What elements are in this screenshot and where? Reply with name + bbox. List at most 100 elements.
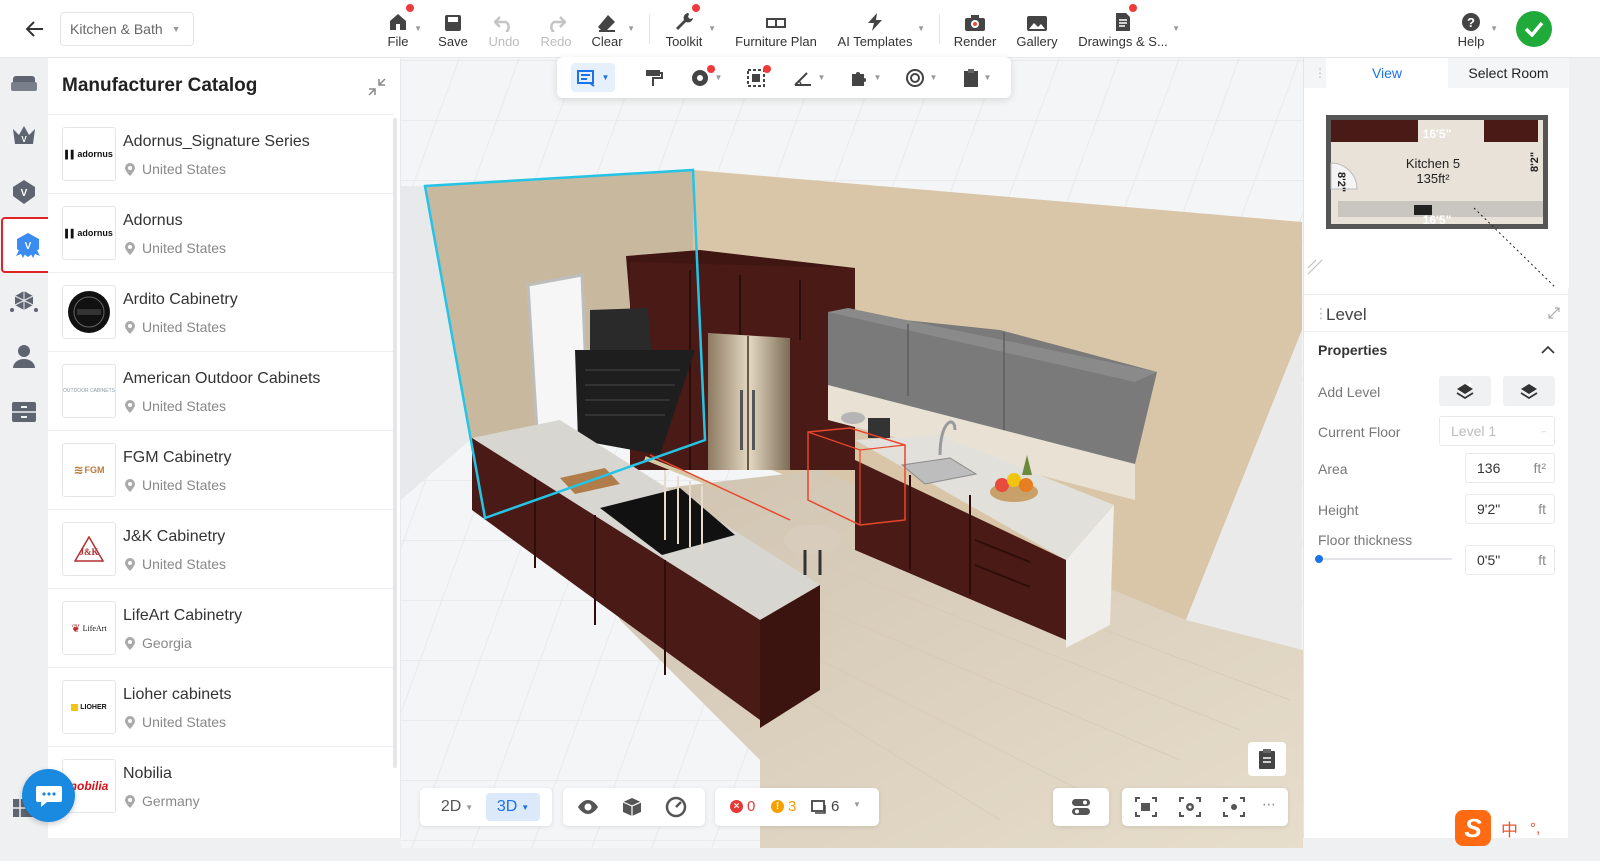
save-icon bbox=[445, 15, 461, 31]
render-button[interactable]: Render bbox=[954, 6, 996, 52]
slider-knob[interactable] bbox=[1315, 555, 1323, 563]
clear-button[interactable]: Clear ▼ bbox=[591, 6, 635, 52]
file-button[interactable]: File ▼ bbox=[386, 4, 422, 52]
furniture-icon bbox=[766, 18, 786, 28]
rail-item-account[interactable] bbox=[4, 334, 44, 378]
list-item-manufacturer[interactable]: nobilia Nobilia Germany bbox=[48, 746, 394, 825]
list-item-manufacturer[interactable]: ▌▌ adornus Adornus United States bbox=[48, 193, 394, 272]
view-3d-button[interactable]: 3D ▼ bbox=[486, 793, 540, 821]
3d-viewport[interactable] bbox=[401, 58, 1303, 848]
list-item-manufacturer[interactable]: ▌▌ adornus Adornus_Signature Series Unite… bbox=[48, 114, 394, 193]
rail-item-manufacturer-catalog[interactable]: V bbox=[1, 217, 55, 273]
manufacturer-name: J&K Cabinetry bbox=[123, 528, 226, 545]
back-button[interactable] bbox=[14, 12, 56, 46]
plugins-button[interactable]: ▼ bbox=[845, 63, 885, 92]
errors-count[interactable]: × 0 bbox=[730, 798, 755, 815]
performance-button[interactable] bbox=[665, 796, 687, 823]
eraser-icon bbox=[598, 15, 615, 32]
chevron-up-icon[interactable] bbox=[1540, 342, 1556, 358]
catalog-title: Manufacturer Catalog bbox=[62, 75, 258, 96]
help-icon: ? bbox=[1462, 13, 1480, 31]
ime-indicator[interactable]: S 中 °, bbox=[1455, 808, 1565, 848]
rail-item-3d-models[interactable] bbox=[4, 280, 44, 324]
select-box-button[interactable] bbox=[743, 63, 771, 92]
catalog-scrollbar[interactable] bbox=[393, 118, 397, 768]
bar-stool[interactable] bbox=[784, 525, 840, 555]
kitchen-3d-scene[interactable] bbox=[401, 58, 1303, 848]
target-button[interactable]: ▼ bbox=[901, 63, 941, 92]
more-options-button[interactable]: ⋯ bbox=[1262, 796, 1276, 813]
issue-summary[interactable]: × 0 ! 3 6 ▼ bbox=[715, 788, 879, 826]
camera-view-button[interactable] bbox=[1134, 796, 1158, 823]
list-item-manufacturer[interactable]: ❦ LifeArt LifeArt Cabinetry Georgia bbox=[48, 588, 394, 667]
error-icon: × bbox=[730, 800, 743, 813]
camera-settings-button[interactable] bbox=[1178, 796, 1202, 823]
toolkit-button[interactable]: Toolkit ▼ bbox=[664, 4, 716, 52]
drawings-button[interactable]: Drawings & S... ▼ bbox=[1078, 4, 1180, 52]
gallery-button[interactable]: Gallery bbox=[1016, 6, 1058, 52]
help-button[interactable]: ? Help ▼ bbox=[1456, 6, 1498, 52]
manufacturer-location: United States bbox=[142, 319, 227, 335]
add-level-below-button[interactable] bbox=[1503, 376, 1555, 406]
chevron-down-icon: ▼ bbox=[983, 73, 992, 82]
items-count[interactable]: 6 bbox=[811, 798, 839, 815]
warnings-count[interactable]: ! 3 bbox=[771, 798, 796, 815]
properties-header[interactable]: Properties bbox=[1318, 342, 1387, 358]
expand-icon[interactable] bbox=[1548, 307, 1560, 319]
project-select[interactable]: Kitchen & Bath ▼ bbox=[60, 12, 194, 46]
paint-roller-button[interactable] bbox=[641, 63, 667, 92]
notes-button[interactable] bbox=[1248, 742, 1286, 776]
wrench-icon bbox=[676, 13, 693, 30]
drag-handle-icon[interactable]: ⋮ bbox=[1314, 66, 1326, 80]
collapse-panel-button[interactable] bbox=[366, 76, 388, 98]
minimap-drawing[interactable]: 16'5" 16'5" Kitchen 5 135ft² 8'2" 8'2" bbox=[1304, 88, 1569, 289]
floor-thickness-input[interactable]: 0'5" ft bbox=[1465, 545, 1555, 575]
settings-toggle-button[interactable] bbox=[1070, 796, 1092, 823]
height-input[interactable]: 9'2" ft bbox=[1465, 494, 1555, 524]
annotation-button[interactable]: ▼ bbox=[571, 63, 615, 92]
floorplan-minimap[interactable]: 16'5" 16'5" Kitchen 5 135ft² 8'2" 8'2" bbox=[1304, 88, 1569, 289]
notification-dot bbox=[1129, 4, 1137, 12]
save-button[interactable]: Save bbox=[438, 6, 468, 52]
manufacturer-name: American Outdoor Cabinets bbox=[123, 370, 321, 387]
current-floor-select[interactable]: Level 1 – bbox=[1439, 416, 1555, 446]
box-view-button[interactable] bbox=[621, 796, 643, 823]
manufacturer-location: United States bbox=[142, 240, 227, 256]
list-item-manufacturer[interactable]: LIOHER Lioher cabinets United States bbox=[48, 667, 394, 746]
list-item-manufacturer[interactable]: J&K J&K Cabinetry United States bbox=[48, 509, 394, 588]
resize-handle-icon[interactable] bbox=[1307, 259, 1323, 275]
chat-support-button[interactable] bbox=[22, 769, 75, 822]
sync-status-button[interactable] bbox=[1516, 11, 1552, 47]
add-level-above-button[interactable] bbox=[1439, 376, 1491, 406]
svg-text:V: V bbox=[25, 241, 32, 252]
measure-button[interactable]: ▼ bbox=[789, 63, 829, 92]
ai-templates-button[interactable]: AI Templates ▼ bbox=[837, 6, 925, 52]
floor-thickness-slider[interactable] bbox=[1315, 555, 1452, 563]
list-item-manufacturer[interactable]: ≋ FGM FGM Cabinetry United States bbox=[48, 430, 394, 509]
material-button[interactable]: ▼ bbox=[685, 63, 727, 92]
crown-icon: V bbox=[13, 126, 35, 144]
chevron-down-icon: ▼ bbox=[714, 73, 723, 82]
redo-button[interactable]: Redo bbox=[540, 6, 572, 52]
view-2d-button[interactable]: 2D ▼ bbox=[430, 793, 484, 821]
visibility-button[interactable] bbox=[577, 797, 599, 822]
tab-select-room[interactable]: Select Room bbox=[1448, 58, 1569, 88]
tab-view[interactable]: View bbox=[1326, 58, 1448, 88]
badge-icon: V bbox=[13, 180, 35, 204]
chevron-down-icon: ▼ bbox=[627, 24, 635, 33]
list-item-manufacturer[interactable]: OUTDOOR CABINETS American Outdoor Cabine… bbox=[48, 351, 394, 430]
manufacturer-location: United States bbox=[142, 161, 227, 177]
fit-view-button[interactable] bbox=[1222, 796, 1246, 823]
rail-item-cabinets[interactable] bbox=[4, 390, 44, 434]
rail-item-furniture[interactable] bbox=[4, 62, 44, 106]
list-item-manufacturer[interactable]: Ardito Cabinetry United States bbox=[48, 272, 394, 351]
undo-button[interactable]: Undo bbox=[487, 6, 521, 52]
manufacturer-name: Ardito Cabinetry bbox=[123, 291, 238, 308]
rail-item-brand[interactable]: V bbox=[4, 170, 44, 214]
rail-item-premium[interactable]: V bbox=[4, 114, 44, 158]
chevron-down-icon[interactable]: ▼ bbox=[853, 800, 861, 809]
area-input[interactable]: 136 ft² bbox=[1465, 453, 1555, 483]
furniture-plan-button[interactable]: Furniture Plan bbox=[735, 6, 817, 52]
minimap-cabinet bbox=[1331, 120, 1418, 142]
clipboard-tool-button[interactable]: ▼ bbox=[957, 63, 997, 92]
